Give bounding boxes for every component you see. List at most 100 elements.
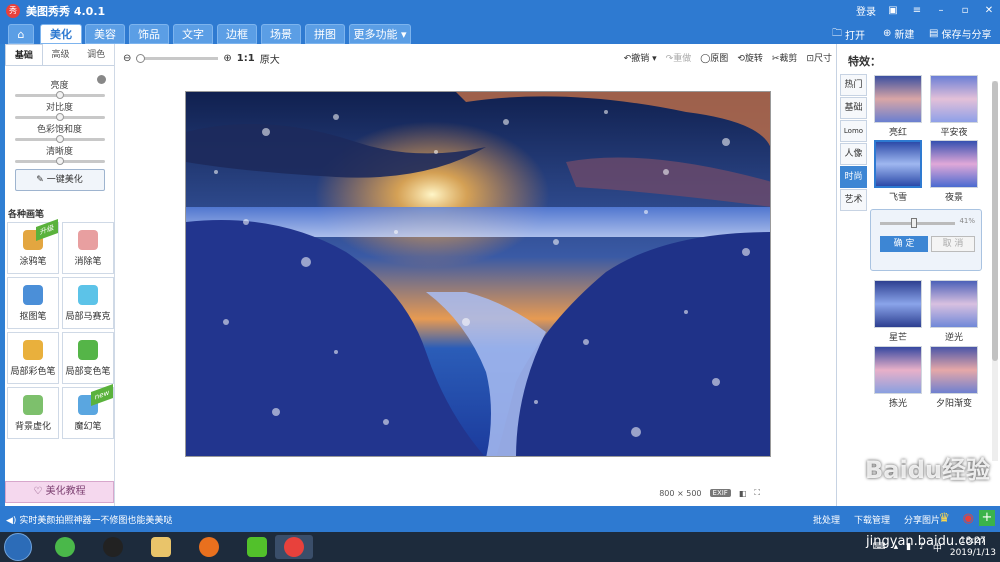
effect-label-6: 逆光 — [944, 333, 963, 343]
brightness-track[interactable] — [14, 91, 105, 99]
tutorial-button[interactable]: ♡ 美化教程 — [5, 481, 114, 503]
effect-xing-mang[interactable]: 星芒 — [873, 280, 923, 343]
maximize-icon[interactable]: ▫ — [958, 4, 972, 18]
brush-recolor[interactable]: 局部变色笔 — [62, 332, 114, 384]
subtab-basic[interactable]: 基础 — [5, 44, 43, 65]
zoom-out-icon[interactable]: ⊖ — [123, 53, 131, 64]
weibo-icon[interactable]: ◉ — [963, 511, 974, 526]
taskbar-360[interactable] — [45, 535, 85, 559]
taskbar-iqiyi[interactable] — [237, 535, 277, 559]
brush-doodle[interactable]: 涂鸦笔 升级 — [7, 218, 59, 274]
status-message[interactable]: ◀) 实时美颜拍照神器一不修图也能美美哒 — [6, 513, 172, 526]
effect-ping-an-ye[interactable]: 平安夜 — [929, 75, 979, 138]
tab-scene[interactable]: 场景 — [261, 24, 301, 44]
effect-ye-jing[interactable]: 夜景 — [929, 140, 979, 203]
saturation-slider[interactable]: 色彩饱和度 — [5, 122, 114, 143]
effects-scrollbar[interactable] — [992, 81, 998, 461]
subtab-advanced[interactable]: 高级 — [43, 44, 79, 65]
cancel-button[interactable]: 取 消 — [931, 236, 975, 252]
taskbar: ⌨ ▴ ▮ ♪ 中 18:27 2019/1/13 — [0, 532, 1000, 562]
canvas-area: ⊖ ⊕ 1:1 原大 ↶撤销 ▾ ↷重做 ◯原图 ⟲旋转 ✂裁剪 ⊡尺寸 800… — [115, 44, 836, 506]
reset-icon[interactable] — [97, 75, 106, 84]
share-image-button[interactable]: 分享图片 — [904, 513, 940, 526]
size-button[interactable]: ⊡尺寸 — [806, 51, 832, 64]
contrast-knob[interactable] — [55, 113, 64, 121]
zoom-ratio[interactable]: 1:1 — [237, 53, 255, 64]
main-nav: ⌂ 美化 美容 饰品 文字 边框 场景 拼图 更多功能 ▾ 🗀 打开 ⊕ 新建 ▤ 保… — [0, 22, 1000, 44]
home-icon[interactable]: ⌂ — [8, 24, 34, 44]
one-key-beautify-button[interactable]: ✎ 一键美化 — [14, 169, 105, 191]
redo-button[interactable]: ↷重做 — [666, 51, 692, 64]
brush-cutout[interactable]: 抠图笔 — [7, 277, 59, 329]
taskbar-qq[interactable] — [93, 535, 133, 559]
sharpness-label: 清晰度 — [45, 147, 73, 157]
sharpness-knob[interactable] — [55, 157, 64, 165]
category-lomo[interactable]: Lomo — [840, 120, 867, 142]
category-fashion[interactable]: 时尚 — [840, 166, 867, 188]
brush-eraser[interactable]: 消除笔 — [62, 222, 114, 274]
photo-canvas[interactable] — [185, 91, 771, 457]
brush-mosaic[interactable]: 局部马赛克 — [62, 277, 114, 329]
add-icon[interactable]: + — [979, 510, 995, 526]
crop-button[interactable]: ✂裁剪 — [772, 51, 798, 64]
taskbar-explorer[interactable] — [141, 535, 181, 559]
effect-ni-guang[interactable]: 逆光 — [929, 280, 979, 343]
category-art[interactable]: 艺术 — [840, 189, 867, 211]
taskbar-meitu[interactable] — [275, 535, 313, 559]
confirm-button[interactable]: 确 定 — [880, 236, 928, 252]
new-button[interactable]: ⊕ 新建 — [883, 26, 914, 41]
sharpness-track[interactable] — [14, 157, 105, 165]
save-share-button[interactable]: ▤ 保存与分享 — [929, 26, 991, 41]
saturation-label: 色彩饱和度 — [36, 125, 82, 135]
close-icon[interactable]: ✕ — [982, 4, 996, 18]
message-icon[interactable]: ▣ — [886, 4, 900, 18]
strength-knob[interactable] — [910, 218, 917, 228]
contrast-track[interactable] — [14, 113, 105, 121]
rotate-button[interactable]: ⟲旋转 — [737, 51, 763, 64]
subtab-color[interactable]: 调色 — [78, 44, 114, 65]
effect-jian-guang[interactable]: 拣光 — [873, 346, 923, 409]
category-hot[interactable]: 热门 — [840, 74, 867, 96]
effect-liang-hong[interactable]: 亮红 — [873, 75, 923, 138]
brush-color[interactable]: 局部彩色笔 — [7, 332, 59, 384]
tab-text[interactable]: 文字 — [173, 24, 213, 44]
original-button[interactable]: ◯原图 — [700, 51, 728, 64]
tab-frame[interactable]: 边框 — [217, 24, 257, 44]
strength-slider[interactable] — [880, 218, 955, 228]
exif-badge[interactable]: EXIF — [709, 489, 731, 497]
fullscreen-icon[interactable]: ⛶ — [754, 488, 760, 498]
effects-scroll-thumb[interactable] — [992, 81, 998, 361]
contrast-slider[interactable]: 对比度 — [5, 100, 114, 121]
zoom-knob[interactable] — [136, 54, 146, 63]
zoom-in-icon[interactable]: ⊕ — [223, 53, 231, 64]
sharpness-slider[interactable]: 清晰度 — [5, 144, 114, 165]
open-button[interactable]: 🗀 打开 — [832, 26, 865, 43]
brush-blur-bg[interactable]: 背景虚化 — [7, 387, 59, 439]
tab-accessories[interactable]: 饰品 — [129, 24, 169, 44]
start-button[interactable] — [4, 533, 32, 561]
brush-magic[interactable]: 魔幻笔 new — [62, 383, 114, 439]
category-portrait[interactable]: 人像 — [840, 143, 867, 165]
taskbar-firefox[interactable] — [189, 535, 229, 559]
zoom-original-label[interactable]: 原大 — [260, 51, 280, 66]
minimize-icon[interactable]: – — [934, 4, 948, 18]
tab-more[interactable]: 更多功能 ▾ — [349, 24, 411, 44]
saturation-knob[interactable] — [55, 135, 64, 143]
menu-icon[interactable]: ≡ — [910, 4, 924, 18]
saturation-track[interactable] — [14, 135, 105, 143]
batch-button[interactable]: 批处理 — [813, 513, 840, 526]
login-link[interactable]: 登录 — [856, 3, 876, 18]
crown-icon[interactable]: ♛ — [938, 511, 950, 526]
brightness-knob[interactable] — [55, 91, 64, 99]
tab-beauty[interactable]: 美容 — [85, 24, 125, 44]
zoom-slider[interactable] — [136, 54, 219, 63]
effect-xi-yang[interactable]: 夕阳渐变 — [929, 346, 979, 409]
undo-button[interactable]: ↶撤销 ▾ — [624, 51, 657, 64]
compare-icon[interactable]: ◧ — [739, 489, 747, 498]
category-basic[interactable]: 基础 — [840, 97, 867, 119]
crop-label: 裁剪 — [779, 54, 798, 64]
tab-beautify[interactable]: 美化 — [40, 24, 82, 44]
tab-collage[interactable]: 拼图 — [305, 24, 345, 44]
effect-fei-xue[interactable]: 飞雪 — [873, 140, 923, 203]
download-manager-button[interactable]: 下载管理 — [854, 513, 890, 526]
